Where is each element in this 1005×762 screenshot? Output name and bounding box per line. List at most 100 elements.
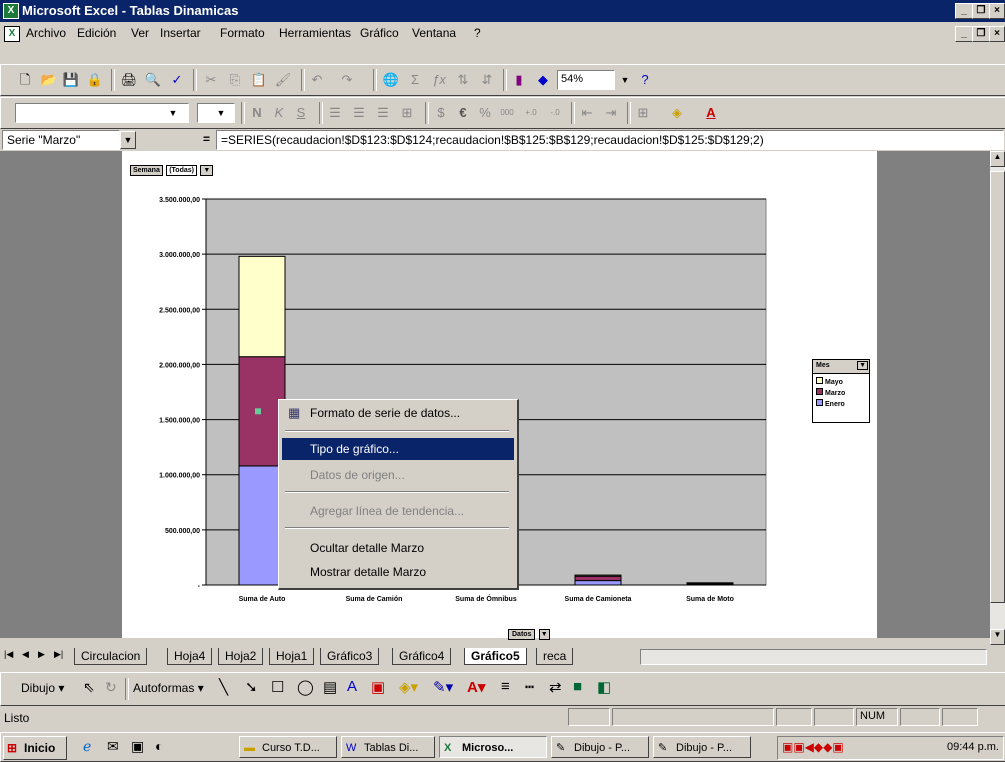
arrow-style-icon[interactable]: ⇄	[549, 678, 562, 696]
start-button[interactable]: ⊞ Inicio	[3, 736, 67, 760]
scroll-down-icon[interactable]: ▼	[990, 629, 1005, 645]
menu-insertar[interactable]: Insertar	[160, 26, 201, 40]
sheet-tab[interactable]: Hoja1	[269, 648, 315, 665]
channels-icon[interactable]: ◐	[155, 738, 163, 754]
currency-icon[interactable]: $	[431, 103, 451, 123]
font-name-dropdown-icon[interactable]: ▼	[163, 103, 183, 123]
borders-icon[interactable]: ⊞	[633, 103, 653, 123]
shadow-icon[interactable]: ■	[573, 678, 582, 695]
menu-item-show-detail[interactable]: Mostrar detalle Marzo	[282, 561, 514, 583]
cut-icon[interactable]: ✂	[201, 70, 221, 90]
merge-center-icon[interactable]: ⊞	[397, 103, 417, 123]
new-icon[interactable]: 🗋	[15, 70, 35, 90]
oval-icon[interactable]: ◯	[297, 678, 314, 696]
last-sheet-icon[interactable]: ▶|	[54, 649, 63, 660]
scroll-up-icon[interactable]: ▲	[990, 151, 1005, 167]
sheet-tab[interactable]: Gráfico4	[392, 648, 452, 665]
undo-icon[interactable]: ↶	[307, 70, 327, 90]
legend-field-button[interactable]: Mes ▼	[813, 360, 869, 374]
wordart-icon[interactable]: A	[347, 678, 357, 695]
print-icon[interactable]: 🖨	[119, 70, 139, 90]
increase-indent-icon[interactable]: ⇥	[601, 103, 621, 123]
menu-formato[interactable]: Formato	[220, 26, 265, 40]
restore-button[interactable]: ❐	[972, 3, 990, 19]
name-box[interactable]: Serie "Marzo"	[2, 130, 120, 150]
free-rotate-icon[interactable]: ↻	[105, 679, 117, 696]
scroll-thumb[interactable]	[990, 171, 1005, 603]
select-objects-icon[interactable]: ⇖	[83, 679, 95, 696]
zoom-box[interactable]: 54%	[557, 70, 615, 90]
excel-app-icon[interactable]: X	[3, 3, 19, 19]
sheet-tab[interactable]: Gráfico3	[320, 648, 380, 665]
font-size-dropdown-icon[interactable]: ▼	[211, 103, 231, 123]
first-sheet-icon[interactable]: |◀	[4, 649, 13, 660]
autosum-icon[interactable]: Σ	[405, 70, 425, 90]
arrow-icon[interactable]: ➘	[245, 678, 258, 696]
permission-icon[interactable]: 🔒	[85, 70, 105, 90]
sort-desc-icon[interactable]: ⇵	[477, 70, 497, 90]
increase-decimal-icon[interactable]: +.0	[521, 103, 541, 123]
decrease-indent-icon[interactable]: ⇤	[577, 103, 597, 123]
sheet-tab[interactable]: reca	[536, 648, 574, 665]
chart-wizard-icon[interactable]: ▮	[509, 70, 529, 90]
menu-ventana[interactable]: Ventana	[412, 26, 456, 40]
drawing-icon[interactable]: ◆	[533, 70, 553, 90]
format-painter-icon[interactable]: 🖌	[273, 70, 293, 90]
next-sheet-icon[interactable]: ▶	[38, 649, 45, 660]
align-left-icon[interactable]: ☰	[325, 103, 345, 123]
fill-color-icon[interactable]: ◈	[667, 103, 687, 123]
font-color-draw-icon[interactable]: A▾	[467, 678, 485, 696]
3d-icon[interactable]: ◧	[597, 678, 611, 696]
spelling-icon[interactable]: ✓	[167, 70, 187, 90]
font-color-icon[interactable]: A	[701, 103, 721, 123]
decrease-decimal-icon[interactable]: -.0	[545, 103, 565, 123]
rectangle-icon[interactable]: ☐	[271, 678, 284, 696]
task-dibujo-1[interactable]: ✎ Dibujo - P...	[551, 736, 649, 758]
align-right-icon[interactable]: ☰	[373, 103, 393, 123]
menu-item-source-data[interactable]: Datos de origen...	[282, 464, 514, 486]
task-excel[interactable]: X Microso...	[439, 736, 547, 758]
function-icon[interactable]: ƒx	[429, 70, 449, 90]
name-box-dropdown[interactable]: ▼	[120, 131, 136, 149]
task-dibujo-2[interactable]: ✎ Dibujo - P...	[653, 736, 751, 758]
minimize-button[interactable]: _	[955, 3, 973, 19]
prev-sheet-icon[interactable]: ◀	[22, 649, 29, 660]
percent-icon[interactable]: %	[475, 103, 495, 123]
underline-icon[interactable]: S	[291, 103, 311, 123]
menu-grafico[interactable]: Gráfico	[360, 26, 399, 40]
help-icon[interactable]: ?	[635, 70, 655, 90]
menu-help[interactable]: ?	[474, 26, 481, 40]
line-color-icon[interactable]: ✎▾	[433, 678, 453, 696]
workbook-icon[interactable]: X	[4, 26, 20, 42]
doc-minimize-button[interactable]: _	[955, 26, 973, 42]
tray-icons[interactable]: ▣▣◀◆◆▣	[782, 740, 844, 754]
textbox-icon[interactable]: ▤	[323, 678, 337, 696]
task-curso[interactable]: ▬ Curso T.D...	[239, 736, 337, 758]
fill-color-draw-icon[interactable]: ◈▾	[399, 678, 418, 696]
menu-ver[interactable]: Ver	[131, 26, 149, 40]
draw-menu-button[interactable]: Dibujo ▾	[21, 681, 64, 695]
sheet-tab[interactable]: Circulacion	[74, 648, 148, 665]
copy-icon[interactable]: ⎘	[225, 70, 245, 90]
data-field-button[interactable]: Datos	[508, 629, 536, 640]
doc-close-button[interactable]: ×	[989, 26, 1005, 42]
outlook-icon[interactable]: ✉	[107, 738, 119, 755]
paste-icon[interactable]: 📋	[249, 70, 269, 90]
vertical-scrollbar[interactable]: ▲ ▼	[990, 151, 1005, 645]
horizontal-scrollbar[interactable]	[640, 649, 987, 665]
line-icon[interactable]: ╲	[219, 678, 228, 696]
line-style-icon[interactable]: ≡	[501, 678, 510, 695]
close-button[interactable]: ×	[989, 3, 1005, 19]
menu-item-add-trendline[interactable]: Agregar línea de tendencia...	[282, 500, 514, 522]
formula-input[interactable]: =SERIES(recaudacion!$D$123:$D$124;recaud…	[216, 130, 1004, 150]
autoshapes-menu-button[interactable]: Autoformas ▾	[133, 681, 204, 695]
data-field-dropdown-icon[interactable]: ▼	[538, 629, 550, 640]
italic-icon[interactable]: K	[269, 103, 289, 123]
clipart-icon[interactable]: ▣	[371, 678, 385, 696]
hyperlink-icon[interactable]: 🌐	[381, 70, 401, 90]
zoom-dropdown-icon[interactable]: ▼	[615, 70, 635, 90]
sort-asc-icon[interactable]: ⇅	[453, 70, 473, 90]
legend-dropdown-icon[interactable]: ▼	[857, 361, 868, 370]
sheet-tab[interactable]: Gráfico5	[464, 648, 527, 665]
menu-archivo[interactable]: Archivo	[26, 26, 66, 40]
